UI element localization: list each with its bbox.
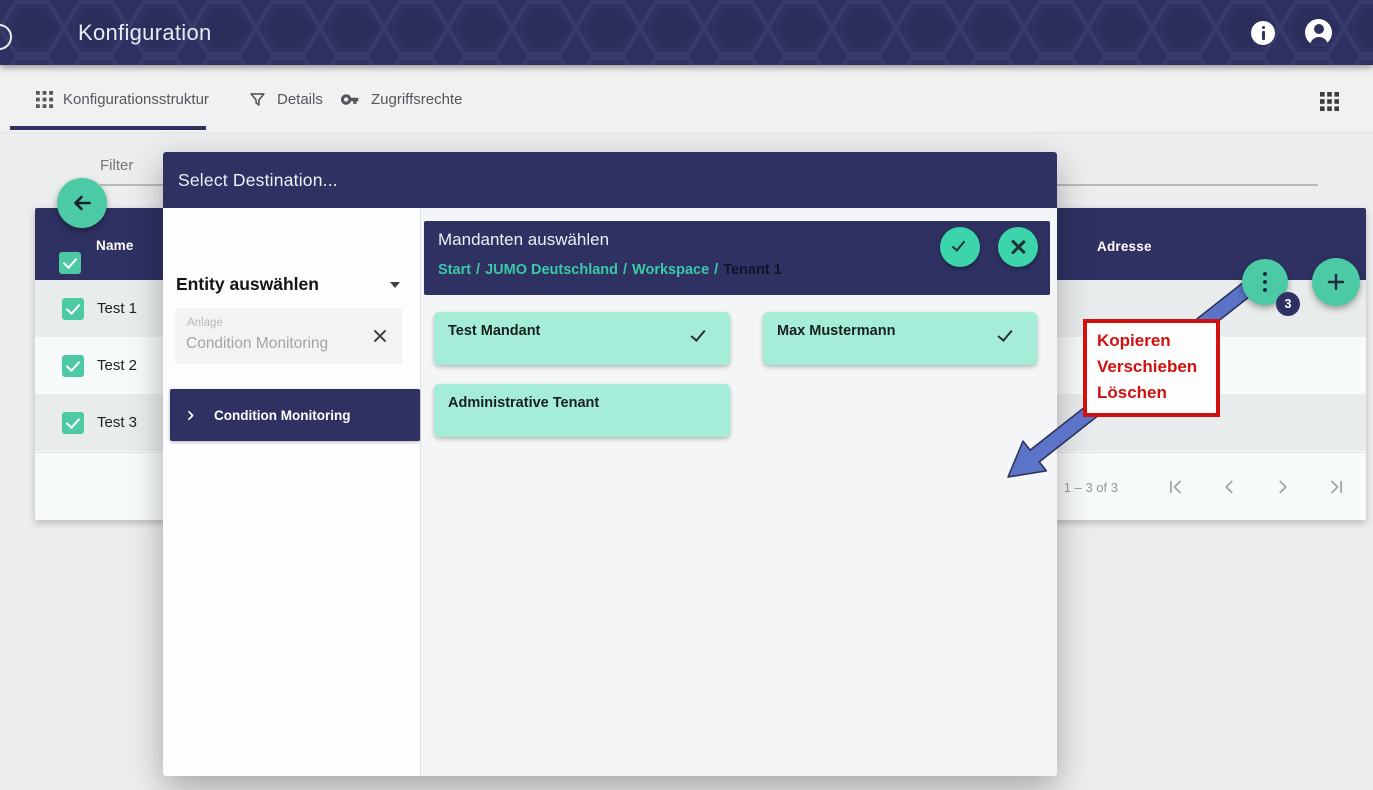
- tenant-panel-title: Mandanten auswählen: [438, 230, 609, 250]
- tab-bar: Konfigurationsstruktur Details Zugriffsr…: [0, 65, 1373, 133]
- annotation-line: Verschieben: [1097, 354, 1210, 380]
- tab-details[interactable]: Details: [248, 65, 323, 133]
- tree-item-condition-monitoring[interactable]: Condition Monitoring: [170, 389, 420, 441]
- entity-panel: Entity auswählen Anlage Condition Monito…: [163, 208, 421, 776]
- grid-icon: [36, 91, 53, 108]
- page-title: Konfiguration: [78, 0, 212, 65]
- column-header-adresse: Adresse: [1097, 239, 1152, 254]
- tenant-name: Test Mandant: [448, 323, 540, 339]
- tenant-card-test-mandant[interactable]: Test Mandant: [434, 312, 730, 365]
- row-name: Test 3: [97, 414, 137, 431]
- back-button[interactable]: [57, 178, 107, 228]
- cancel-button[interactable]: [998, 227, 1038, 267]
- plus-icon: [1324, 270, 1348, 294]
- entity-type-select[interactable]: Entity auswählen: [176, 274, 408, 295]
- select-all-checkbox[interactable]: [59, 252, 81, 274]
- column-header-name: Name: [96, 238, 134, 253]
- tree-item-label: Condition Monitoring: [214, 408, 350, 423]
- tab-label: Details: [277, 91, 323, 108]
- account-icon[interactable]: [1305, 19, 1332, 46]
- entity-field-label: Anlage: [187, 317, 223, 329]
- back-arrow-icon: [69, 190, 95, 216]
- breadcrumb-separator: /: [476, 262, 480, 278]
- first-page-icon[interactable]: [1164, 476, 1186, 498]
- add-button[interactable]: [1312, 258, 1360, 306]
- row-checkbox-checked-icon[interactable]: [62, 355, 84, 377]
- confirm-button[interactable]: [940, 227, 980, 267]
- breadcrumb: Start / JUMO Deutschland / Workspace / Tenant …: [438, 262, 782, 278]
- tenant-name: Administrative Tenant: [448, 395, 599, 411]
- next-page-icon[interactable]: [1272, 476, 1294, 498]
- tab-zugriffsrechte[interactable]: Zugriffsrechte: [340, 65, 462, 133]
- tenant-check-icon: [690, 326, 705, 342]
- dialog-header: Select Destination...: [163, 152, 1057, 208]
- tenant-card-max-mustermann[interactable]: Max Mustermann: [763, 312, 1037, 365]
- tab-konfigurationsstruktur[interactable]: Konfigurationsstruktur: [36, 65, 209, 133]
- select-destination-dialog: Select Destination... Entity auswählen A…: [163, 152, 1057, 776]
- active-tab-underline: [10, 126, 206, 130]
- tenant-check-icon: [997, 326, 1012, 342]
- entity-select-label: Entity auswählen: [176, 274, 319, 294]
- tenant-panel-header: Mandanten auswählen Start / JUMO Deutschla…: [424, 221, 1050, 295]
- annotation-note: Kopieren Verschieben Löschen: [1083, 319, 1220, 417]
- apps-grid-icon[interactable]: [1320, 92, 1339, 116]
- tenant-card-administrative-tenant[interactable]: Administrative Tenant: [434, 384, 730, 437]
- confirm-check-icon: [952, 237, 966, 251]
- row-name: Test 1: [97, 300, 137, 317]
- pagination: 1 – 3 of 3: [1064, 453, 1348, 521]
- breadcrumb-item[interactable]: Workspace: [632, 262, 709, 278]
- pagination-range-label: 1 – 3 of 3: [1064, 480, 1118, 495]
- entity-field-value: Condition Monitoring: [186, 335, 328, 353]
- row-checkbox-checked-icon[interactable]: [62, 298, 84, 320]
- tenant-panel: Mandanten auswählen Start / JUMO Deutschla…: [421, 208, 1057, 776]
- account-shoulders-shape: [1310, 37, 1328, 47]
- filter-input-label: Filter: [100, 157, 133, 174]
- tenant-name: Max Mustermann: [777, 323, 895, 339]
- filter-funnel-icon: [248, 90, 267, 109]
- clear-x-icon[interactable]: [372, 328, 388, 344]
- row-checkbox-checked-icon[interactable]: [62, 412, 84, 434]
- breadcrumb-separator: /: [714, 262, 718, 278]
- account-head-shape: [1314, 24, 1324, 34]
- row-name: Test 2: [97, 357, 137, 374]
- entity-search-field[interactable]: Anlage Condition Monitoring: [175, 308, 402, 364]
- dialog-title: Select Destination...: [178, 170, 338, 191]
- selection-count-badge: 3: [1276, 292, 1300, 316]
- breadcrumb-item[interactable]: JUMO Deutschland: [485, 262, 618, 278]
- prev-page-icon[interactable]: [1218, 476, 1240, 498]
- breadcrumb-item-current: Tenant 1: [723, 262, 782, 278]
- annotation-line: Löschen: [1097, 380, 1210, 406]
- annotation-line: Kopieren: [1097, 328, 1210, 354]
- key-icon: [340, 89, 361, 110]
- last-page-icon[interactable]: [1326, 476, 1348, 498]
- info-icon[interactable]: [1251, 21, 1275, 45]
- tab-label: Konfigurationsstruktur: [63, 91, 209, 108]
- tab-label: Zugriffsrechte: [371, 91, 462, 108]
- kebab-menu-icon: [1263, 272, 1268, 293]
- breadcrumb-item[interactable]: Start: [438, 262, 471, 278]
- dropdown-caret-icon: [390, 282, 400, 288]
- app-header: Konfiguration: [0, 0, 1373, 65]
- chevron-right-icon[interactable]: [184, 409, 197, 422]
- breadcrumb-separator: /: [623, 262, 627, 278]
- configuration-screen: Konfiguration Konfigurationsstruktur Det…: [0, 0, 1373, 790]
